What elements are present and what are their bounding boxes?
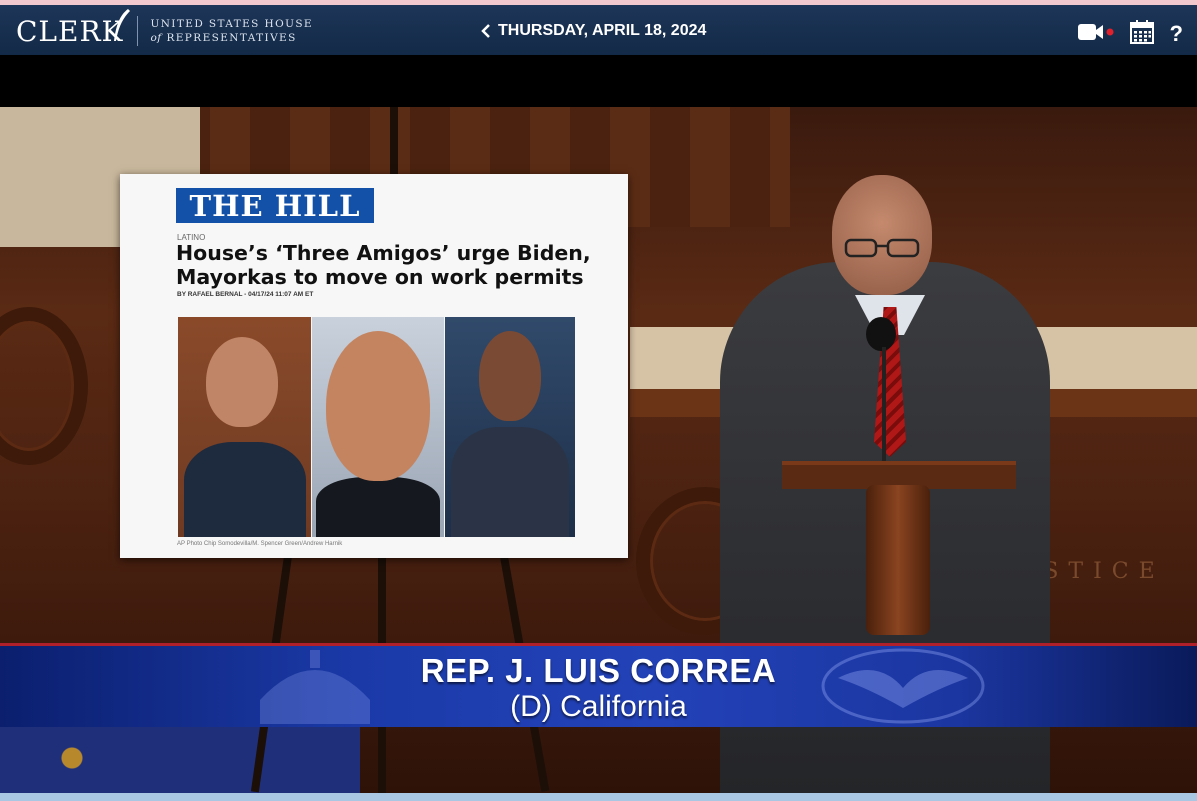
quill-icon	[114, 9, 130, 41]
speaker-head	[832, 175, 932, 295]
help-icon[interactable]: ?	[1170, 21, 1183, 47]
photo-1-face	[206, 337, 278, 427]
video-player[interactable]: JUSTICE THE HILL LATINO House’s ‘Three A…	[0, 107, 1197, 793]
wreath-carving-left	[0, 307, 88, 465]
logo-subtitle: UNITED STATES HOUSE of REPRESENTATIVES	[150, 17, 313, 45]
photo-3-face	[479, 331, 541, 421]
clerk-logo[interactable]: CLERK UNITED STATES HOUSE of REPRESENTAT…	[16, 9, 313, 49]
logo-of: of	[150, 32, 162, 44]
microphone-icon	[866, 317, 896, 351]
lectern-post	[866, 485, 930, 635]
current-date: THURSDAY, APRIL 18, 2024	[498, 22, 707, 39]
app-header: CLERK UNITED STATES HOUSE of REPRESENTAT…	[0, 5, 1197, 55]
member-name: REP. J. LUIS CORREA	[420, 652, 777, 689]
logo-wordmark: CLERK	[16, 14, 124, 48]
photo-2-suit	[316, 477, 440, 537]
bottom-bar	[0, 793, 1197, 801]
poster-photo-credit: AP Photo Chip Somodevilla/M. Spencer Gre…	[177, 541, 343, 547]
date-navigator[interactable]: THURSDAY, APRIL 18, 2024	[480, 22, 706, 40]
poster-photo-3	[445, 317, 575, 537]
calendar-button[interactable]	[1129, 20, 1154, 48]
poster-headline: House’s ‘Three Amigos’ urge Biden, Mayor…	[176, 241, 591, 289]
poster-masthead: THE HILL	[176, 188, 374, 223]
glasses-icon	[844, 238, 920, 258]
microphone-stand	[882, 347, 886, 463]
poster-photo-1	[178, 317, 311, 537]
easel-top-post	[390, 107, 398, 177]
video-live-button[interactable]	[1077, 22, 1114, 46]
header-icons: ?	[1077, 20, 1183, 48]
photo-3-suit	[451, 427, 569, 537]
poster-byline: BY RAFAEL BERNAL - 04/17/24 11:07 AM ET	[177, 291, 314, 298]
logo-subtitle-line1: UNITED STATES HOUSE	[150, 18, 313, 30]
photo-2-face	[326, 331, 430, 481]
poster-board: THE HILL LATINO House’s ‘Three Amigos’ u…	[120, 174, 628, 558]
lower-third-caption: REP. J. LUIS CORREA (D) California	[0, 643, 1197, 727]
logo-divider	[137, 16, 139, 46]
logo-subtitle-line2: of REPRESENTATIVES	[150, 31, 313, 45]
poster-photo-2	[312, 317, 444, 537]
member-party-state: (D) California	[510, 690, 687, 723]
photo-1-suit	[184, 442, 306, 537]
video-camera-icon	[1077, 24, 1114, 40]
chevron-left-icon[interactable]	[480, 23, 492, 39]
logo-representatives: REPRESENTATIVES	[166, 32, 297, 44]
calendar-icon	[1129, 20, 1154, 44]
